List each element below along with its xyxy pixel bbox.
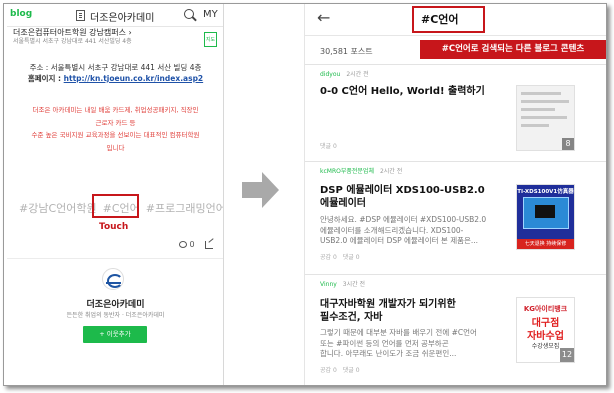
excerpt-line: USB2.0 에뮬레이터 DSP 에뮬레이터 본 제품은...: [320, 236, 479, 245]
excerpt-line: 에뮬레이터를 소개해드리겠습니다. XDS100-: [320, 225, 464, 235]
thumb-line: [521, 92, 561, 95]
promo-line: 수준 높은 국비지원 교육과정을 선보이는 대표적인 컴퓨터학원: [31, 131, 200, 139]
chip-image: [535, 205, 555, 218]
place-card[interactable]: 더조은컴퓨터아트학원 강남캠퍼스 › 서울특별시 서초구 강남대로 441 서산…: [13, 28, 221, 47]
list-item[interactable]: Vinny 3시간 전 대구자바학원 개발자가 되기위한 필수조건, 자바 그렇기…: [305, 274, 606, 385]
post-time: 2시간 전: [379, 168, 403, 175]
thumb-caption: TI-XDS100V1仿真器: [517, 189, 574, 195]
search-header: ← #C언어: [305, 4, 606, 36]
post-count: 30,581 포스트: [320, 47, 373, 56]
share-icon[interactable]: [205, 240, 214, 249]
divider: [7, 258, 223, 259]
promo-line: 입니다: [106, 143, 125, 152]
post-time: 2시간 전: [346, 71, 369, 78]
transition-arrow-icon: [242, 172, 279, 208]
promo-text: 더조은 아카데미는 내일 배움 카드제, 취업성공패키지, 직장인 근로자 카드…: [17, 104, 214, 154]
homepage-line: 홈페이지 : http://kn.tjoeun.co.kr/index.asp2: [7, 73, 223, 84]
thumb-line: [521, 108, 555, 111]
blog-avatar[interactable]: [102, 268, 124, 290]
post-excerpt: 안녕하세요. #DSP 에뮬레이터 #XDS100-USB2.0 에뮬레이터를 …: [320, 215, 510, 247]
thumb-line: 자바수업: [527, 331, 564, 342]
post-stats: 공감 0 댓글 0: [320, 252, 366, 261]
list-item[interactable]: didyou 2시간 전 0-0 C언어 Hello, World! 출력하기 댓…: [305, 64, 606, 160]
document-icon: [76, 10, 85, 21]
like-stat[interactable]: 공감 0: [320, 367, 337, 374]
blog-post-panel: blog 더조은아카데미 MY 더조은컴퓨터아트학원 강남캠퍼스 › 서울특별시…: [7, 4, 224, 385]
post-title-line[interactable]: DSP 에뮬레이터 XDS100-USB2.0: [320, 184, 485, 197]
post-title-line[interactable]: 필수조건, 자바: [320, 311, 382, 324]
homepage-label: 홈페이지 :: [27, 74, 64, 83]
post-excerpt: 그렇기 때문에 대부분 자바를 배우기 전에 #C언어 또는 #파이썬 등의 언…: [320, 328, 510, 360]
excerpt-line: 합니다. 아무래도 난이도가 조금 쉬운편인...: [320, 349, 457, 358]
post-title-line[interactable]: 대구자바학원 개발자가 되기위한: [320, 298, 456, 311]
post-thumbnail[interactable]: TI-XDS100V1仿真器 七天退换 持续保修: [516, 184, 575, 250]
contact-info: 주소 : 서울특별시 서초구 강남대로 441 서산 빌딩 4층 홈페이지 : …: [7, 62, 223, 84]
thumb-line: [521, 100, 569, 103]
post-meta: didyou 2시간 전: [320, 69, 369, 78]
tag-gangnam-c[interactable]: #강남C언어학원: [19, 202, 97, 215]
blog-header: blog 더조은아카데미 MY: [7, 4, 223, 27]
image-count-badge: 8: [562, 138, 574, 150]
list-item[interactable]: kcMRO부품전문업체 2시간 전 DSP 에뮬레이터 XDS100-USB2.0…: [305, 161, 606, 273]
post-stats: 공감 0 댓글 0: [320, 365, 366, 374]
back-arrow-icon[interactable]: ←: [317, 10, 330, 26]
screenshot-frame: blog 더조은아카데미 MY 더조은컴퓨터아트학원 강남캠퍼스 › 서울특별시…: [3, 3, 607, 386]
tag-programming-language[interactable]: #프로그래밍언어: [146, 202, 223, 215]
add-neighbor-button[interactable]: + 이웃추가: [83, 326, 147, 343]
comment-stat[interactable]: 댓글 0: [320, 143, 337, 150]
post-author[interactable]: Vinny: [320, 281, 337, 288]
search-tag-title: #C언어: [421, 13, 459, 26]
search-icon[interactable]: [184, 9, 194, 19]
post-title[interactable]: 0-0 C언어 Hello, World! 출력하기: [320, 85, 485, 98]
blog-header-title[interactable]: 더조은아카데미: [90, 9, 154, 24]
post-time: 3시간 전: [342, 281, 366, 288]
thumb-line: [521, 116, 567, 119]
blog-logo[interactable]: blog: [10, 9, 32, 19]
my-button[interactable]: MY: [203, 9, 218, 20]
blog-description: 든든한 취업의 동반자 · 더조은아카데미: [66, 312, 165, 319]
comment-stat[interactable]: 댓글 0: [343, 367, 360, 374]
touch-annotation: Touch: [99, 222, 129, 232]
post-actions: 0: [179, 240, 214, 249]
thumb-line: KG아이티뱅크: [523, 305, 568, 313]
tag-highlight-box: [92, 194, 139, 218]
promo-line: 더조은 아카데미는 내일 배움 카드제, 취업성공패키지, 직장인: [32, 106, 199, 114]
excerpt-line: 또는 #파이썬 등의 언어를 먼저 공부하곤: [320, 338, 449, 348]
address-line: 주소 : 서울특별시 서초구 강남대로 441 서산 빌딩 4층: [29, 63, 202, 72]
post-author[interactable]: kcMRO부품전문업체: [320, 168, 374, 175]
comment-count: 0: [189, 240, 195, 249]
post-title-line[interactable]: 에뮬레이터: [320, 197, 366, 210]
comment-icon[interactable]: [179, 241, 187, 248]
homepage-link[interactable]: http://kn.tjoeun.co.kr/index.asp2: [64, 74, 204, 83]
blog-name[interactable]: 더조은아카데미: [7, 297, 223, 310]
place-address: 서울특별시 서초구 강남대로 441 서산빌딩 4층: [13, 38, 132, 45]
thumb-line: [521, 124, 549, 127]
comment-stat[interactable]: 댓글 0: [343, 254, 360, 261]
tag-search-panel: ← #C언어 30,581 포스트 #C언어로 검색되는 다른 블로그 콘텐츠 …: [304, 4, 606, 385]
promo-line: 근로자 카드 등: [95, 118, 136, 127]
excerpt-line: 그렇기 때문에 대부분 자바를 배우기 전에 #C언어: [320, 328, 477, 337]
post-thumbnail[interactable]: KG아이티뱅크 대구점 자바수업 수강생모집 12: [516, 297, 575, 363]
post-thumbnail[interactable]: 8: [516, 85, 575, 151]
annotation-banner: #C언어로 검색되는 다른 블로그 콘텐츠: [420, 40, 606, 59]
map-icon[interactable]: 지도: [204, 32, 217, 47]
post-meta: kcMRO부품전문업체 2시간 전: [320, 166, 402, 175]
post-meta: Vinny 3시간 전: [320, 279, 365, 288]
like-stat[interactable]: 공감 0: [320, 254, 337, 261]
place-name: 더조은컴퓨터아트학원 강남캠퍼스 ›: [13, 28, 132, 37]
post-stats: 댓글 0: [320, 141, 343, 150]
thumb-footer: 七天退换 持续保修: [517, 239, 574, 249]
image-count-badge: 12: [560, 348, 574, 362]
post-author[interactable]: didyou: [320, 71, 340, 78]
excerpt-line: 안녕하세요. #DSP 에뮬레이터 #XDS100-USB2.0: [320, 215, 487, 224]
